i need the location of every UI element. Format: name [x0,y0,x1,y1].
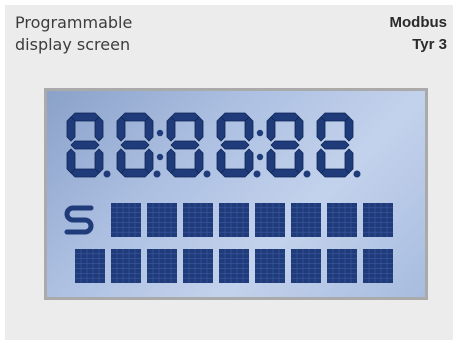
product-line-2: Tyr 3 [412,36,447,53]
lcd-segment [170,112,200,122]
lcd-segment [244,116,254,142]
product-name: Modbus Tyr 3 [390,12,448,56]
lcd-segment [194,148,204,174]
lcd-segment [70,168,100,178]
lcd-colon-dot [156,129,164,137]
lcd-segment [166,116,176,142]
lcd-digit [116,112,154,178]
lcd-decimal-point [203,170,211,178]
lcd-matrix-cell [363,249,393,283]
lcd-colon-dot [256,129,264,137]
caption-line-1: Programmable [15,13,133,32]
lcd-segment [270,168,300,178]
lcd-matrix-cell [291,203,321,237]
lcd-matrix-cell [255,203,285,237]
caption-line-2: display screen [15,35,131,54]
lcd-segment [216,116,226,142]
lcd-matrix-cell [183,249,213,283]
lcd-segment [344,116,354,142]
lcd-digit [216,112,254,178]
lcd-matrix-cell [327,203,357,237]
lcd-graphics [64,112,393,283]
lcd-digit [66,112,104,178]
lcd-segment [220,168,250,178]
lcd-segment [216,148,226,174]
lcd-matrix-cell [147,203,177,237]
lcd-display [44,88,428,300]
lcd-matrix-cell [327,249,357,283]
lcd-segment [170,168,200,178]
lcd-segment [316,116,326,142]
lcd-segment [316,148,326,174]
lcd-segment [320,168,350,178]
lcd-segment [294,148,304,174]
lcd-decimal-point [253,170,261,178]
lcd-colon-dot [256,153,264,161]
lcd-matrix-cell [255,249,285,283]
lcd-digit [316,112,354,178]
lcd-matrix-cell [219,249,249,283]
lcd-segment [320,112,350,122]
lcd-segment [120,168,150,178]
lcd-segment [120,140,150,150]
lcd-segment [244,148,254,174]
logo-stroke [64,205,94,235]
lcd-matrix-cell [111,203,141,237]
lcd-matrix-cell [219,203,249,237]
lcd-segment [70,140,100,150]
lcd-segment [270,112,300,122]
lcd-segment [66,148,76,174]
lcd-decimal-point [303,170,311,178]
lcd-segment [194,116,204,142]
s-logo-icon [64,205,94,235]
caption: Programmable display screen [15,12,215,56]
lcd-matrix-cell [183,203,213,237]
lcd-matrix-cell [111,249,141,283]
product-line-1: Modbus [389,14,448,31]
lcd-segment [266,116,276,142]
lcd-segment [144,116,154,142]
lcd-decimal-point [103,170,111,178]
lcd-segment [70,112,100,122]
lcd-segment [270,140,300,150]
lcd-matrix-cell [147,249,177,283]
lcd-segment [294,116,304,142]
lcd-segment [116,116,126,142]
lcd-segment [220,112,250,122]
lcd-digit [166,112,204,178]
lcd-segment [170,140,200,150]
lcd-segment [144,148,154,174]
lcd-digit [266,112,304,178]
lcd-segment [120,112,150,122]
lcd-segment [344,148,354,174]
lcd-segment [94,148,104,174]
lcd-segment [320,140,350,150]
lcd-segment [66,116,76,142]
lcd-matrix-cell [363,203,393,237]
lcd-matrix-cell [291,249,321,283]
lcd-decimal-point [153,170,161,178]
lcd-segment [220,140,250,150]
lcd-colon-dot [156,153,164,161]
lcd-segment [166,148,176,174]
lcd-decimal-point [353,170,361,178]
lcd-segment [266,148,276,174]
lcd-segment [116,148,126,174]
lcd-segment [94,116,104,142]
screenshot-frame: Programmable display screen Modbus Tyr 3 [0,0,455,342]
lcd-matrix-cell [75,249,105,283]
